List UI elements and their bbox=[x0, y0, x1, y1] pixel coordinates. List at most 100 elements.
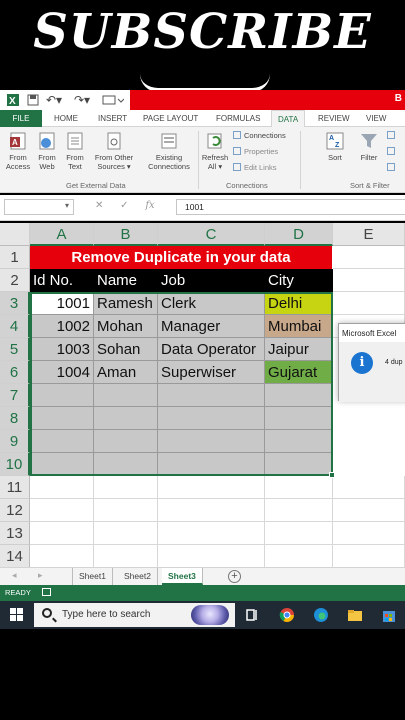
task-view-icon[interactable] bbox=[244, 607, 260, 623]
properties-button[interactable]: Properties bbox=[233, 147, 278, 157]
cell-city[interactable]: Jaipur bbox=[265, 338, 333, 361]
cell[interactable] bbox=[30, 499, 94, 522]
next-sheet-icon[interactable]: ▸ bbox=[38, 570, 43, 581]
cell[interactable] bbox=[265, 476, 333, 499]
cell[interactable] bbox=[158, 453, 265, 476]
header-cell-name[interactable]: Name bbox=[94, 269, 158, 292]
file-explorer-icon[interactable] bbox=[347, 607, 363, 623]
row-header[interactable]: 4 bbox=[0, 315, 30, 338]
cell[interactable] bbox=[265, 453, 333, 476]
redo-icon[interactable]: ↷▾ bbox=[74, 93, 90, 107]
sheet-tab-3[interactable]: Sheet3 bbox=[162, 568, 203, 585]
cell[interactable] bbox=[333, 292, 405, 315]
cell[interactable] bbox=[158, 545, 265, 567]
cell-city[interactable]: Gujarat bbox=[265, 361, 333, 384]
column-header-d[interactable]: D bbox=[265, 223, 333, 246]
advanced-filter-button[interactable] bbox=[387, 163, 398, 173]
column-header-a[interactable]: A bbox=[30, 223, 94, 246]
row-header[interactable]: 3 bbox=[0, 292, 30, 315]
add-sheet-button[interactable]: + bbox=[228, 570, 241, 583]
formula-input[interactable]: 1001 bbox=[176, 199, 405, 215]
connections-button[interactable]: Connections bbox=[233, 131, 286, 141]
fx-icon[interactable]: fx bbox=[145, 200, 154, 211]
clear-filter-button[interactable] bbox=[387, 131, 398, 141]
cell-job[interactable]: Superwiser bbox=[158, 361, 265, 384]
chevron-down-icon[interactable]: ▾ bbox=[65, 201, 69, 210]
sheet-tab-2[interactable]: Sheet2 bbox=[118, 568, 158, 585]
store-icon[interactable] bbox=[381, 607, 397, 623]
header-cell-job[interactable]: Job bbox=[158, 269, 265, 292]
edge-icon[interactable] bbox=[313, 607, 329, 623]
from-text-button[interactable]: From Text bbox=[62, 131, 88, 171]
name-box[interactable]: ▾ bbox=[4, 199, 74, 215]
cell[interactable] bbox=[30, 384, 94, 407]
from-other-sources-button[interactable]: From Other Sources ▾ bbox=[90, 131, 138, 171]
cell-id[interactable]: 1003 bbox=[30, 338, 94, 361]
tab-formulas[interactable]: FORMULAS bbox=[216, 110, 260, 127]
row-header[interactable]: 14 bbox=[0, 545, 30, 567]
cell[interactable] bbox=[158, 522, 265, 545]
cell[interactable] bbox=[158, 430, 265, 453]
cell[interactable] bbox=[265, 499, 333, 522]
cell[interactable] bbox=[265, 407, 333, 430]
sheet-tab-1[interactable]: Sheet1 bbox=[72, 568, 113, 585]
cell[interactable] bbox=[94, 384, 158, 407]
cell-name[interactable]: Aman bbox=[94, 361, 158, 384]
reapply-filter-button[interactable] bbox=[387, 147, 398, 157]
cell[interactable] bbox=[265, 545, 333, 567]
cell-id[interactable]: 1002 bbox=[30, 315, 94, 338]
cancel-icon[interactable]: ✕ bbox=[95, 200, 103, 211]
cell[interactable] bbox=[158, 384, 265, 407]
column-header-c[interactable]: C bbox=[158, 223, 265, 246]
macro-record-icon[interactable] bbox=[41, 588, 51, 596]
row-header[interactable]: 10 bbox=[0, 453, 30, 476]
tab-view[interactable]: VIEW bbox=[366, 110, 386, 127]
cell[interactable] bbox=[94, 453, 158, 476]
row-header[interactable]: 8 bbox=[0, 407, 30, 430]
header-cell-city[interactable]: City bbox=[265, 269, 333, 292]
cell[interactable] bbox=[30, 430, 94, 453]
cell-name[interactable]: Ramesh bbox=[94, 292, 158, 315]
cell[interactable] bbox=[265, 430, 333, 453]
cell[interactable] bbox=[30, 545, 94, 567]
column-header-e[interactable]: E bbox=[333, 223, 405, 246]
cell[interactable] bbox=[94, 407, 158, 430]
tab-data[interactable]: DATA bbox=[271, 110, 306, 127]
customize-qat-icon[interactable] bbox=[102, 93, 124, 107]
cell[interactable] bbox=[158, 476, 265, 499]
tab-review[interactable]: REVIEW bbox=[318, 110, 350, 127]
cell[interactable] bbox=[158, 499, 265, 522]
row-header[interactable]: 6 bbox=[0, 361, 30, 384]
enter-icon[interactable]: ✓ bbox=[120, 200, 128, 211]
cell[interactable] bbox=[333, 545, 405, 567]
save-icon[interactable] bbox=[26, 93, 40, 107]
cell-city[interactable]: Delhi bbox=[265, 292, 333, 315]
row-header[interactable]: 12 bbox=[0, 499, 30, 522]
row-header[interactable]: 11 bbox=[0, 476, 30, 499]
sheet-title-cell[interactable]: Remove Duplicate in your data bbox=[30, 246, 332, 269]
cell[interactable] bbox=[333, 476, 405, 499]
row-header[interactable]: 7 bbox=[0, 384, 30, 407]
select-all-corner[interactable] bbox=[0, 223, 30, 246]
cell[interactable] bbox=[333, 499, 405, 522]
row-header[interactable]: 1 bbox=[0, 246, 30, 269]
cell-city[interactable]: Mumbai bbox=[265, 315, 333, 338]
prev-sheet-icon[interactable]: ◂ bbox=[12, 570, 17, 581]
cell-name[interactable]: Sohan bbox=[94, 338, 158, 361]
cell-id[interactable]: 1001 bbox=[30, 292, 94, 315]
from-access-button[interactable]: A From Access bbox=[3, 131, 33, 171]
tab-file[interactable]: FILE bbox=[0, 110, 42, 127]
tab-insert[interactable]: INSERT bbox=[98, 110, 127, 127]
cell[interactable] bbox=[30, 522, 94, 545]
fill-handle[interactable] bbox=[329, 472, 335, 478]
tab-home[interactable]: HOME bbox=[54, 110, 78, 127]
edit-links-button[interactable]: Edit Links bbox=[233, 163, 277, 173]
cell[interactable] bbox=[333, 522, 405, 545]
tab-page-layout[interactable]: PAGE LAYOUT bbox=[143, 110, 198, 127]
sort-button[interactable]: A Z Sort bbox=[322, 131, 348, 162]
cell-id[interactable]: 1004 bbox=[30, 361, 94, 384]
chrome-icon[interactable] bbox=[279, 607, 295, 623]
taskbar-search-box[interactable]: Type here to search bbox=[34, 603, 235, 627]
cell[interactable] bbox=[265, 522, 333, 545]
row-header[interactable]: 5 bbox=[0, 338, 30, 361]
